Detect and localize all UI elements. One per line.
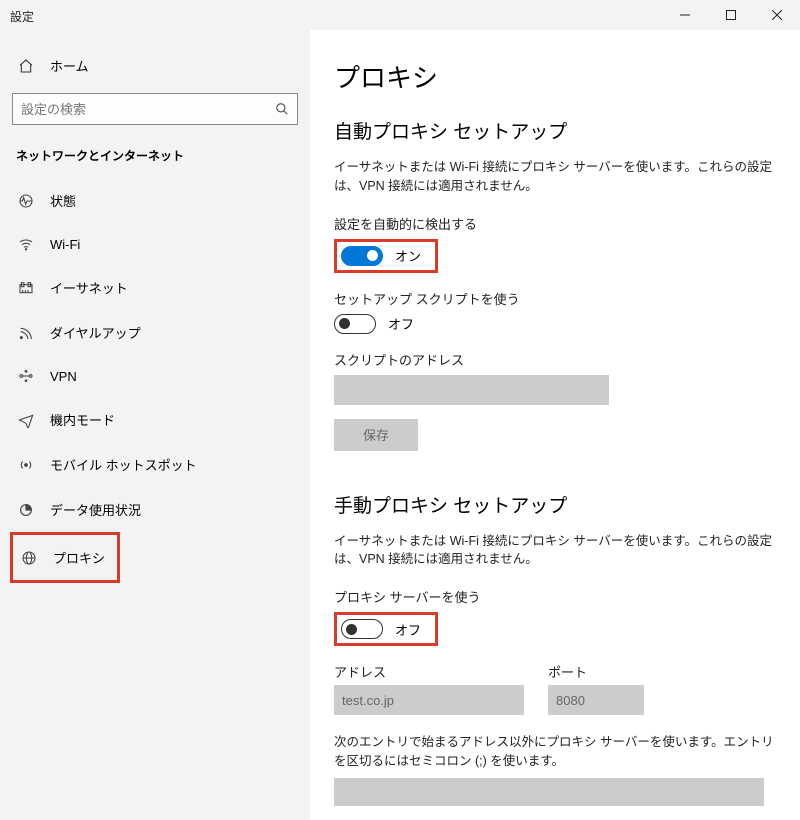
- vpn-icon: [18, 368, 36, 384]
- sidebar-item-proxy[interactable]: プロキシ: [10, 532, 120, 583]
- window-title: 設定: [10, 6, 34, 25]
- maximize-button[interactable]: [708, 0, 754, 30]
- sidebar-item-label: モバイル ホットスポット: [50, 455, 197, 474]
- script-use-label: セットアップ スクリプトを使う: [334, 289, 782, 308]
- sidebar-item-label: ダイヤルアップ: [50, 323, 141, 342]
- category-title: ネットワークとインターネット: [10, 139, 300, 178]
- script-addr-label: スクリプトのアドレス: [334, 350, 782, 369]
- page-title: プロキシ: [334, 58, 782, 95]
- sidebar-item-label: データ使用状況: [50, 500, 141, 519]
- datausage-icon: [18, 502, 36, 518]
- close-button[interactable]: [754, 0, 800, 30]
- port-label: ポート: [548, 662, 644, 681]
- content: プロキシ 自動プロキシ セットアップ イーサネットまたは Wi-Fi 接続にプロ…: [310, 30, 800, 820]
- home-link[interactable]: ホーム: [10, 50, 300, 81]
- manual-section-desc: イーサネットまたは Wi-Fi 接続にプロキシ サーバーを使います。これらの設定…: [334, 532, 782, 570]
- save-button: 保存: [334, 419, 418, 451]
- window-controls: [662, 0, 800, 30]
- port-input: [548, 685, 644, 715]
- wifi-icon: [18, 236, 36, 252]
- sidebar-item-label: Wi-Fi: [50, 237, 80, 252]
- manual-section-title: 手動プロキシ セットアップ: [334, 491, 782, 518]
- manual-use-toggle[interactable]: [341, 619, 383, 639]
- sidebar-item-airplane[interactable]: 機内モード: [10, 397, 300, 442]
- sidebar-item-wifi[interactable]: Wi-Fi: [10, 223, 300, 265]
- sidebar-item-ethernet[interactable]: イーサネット: [10, 265, 300, 310]
- sidebar-item-label: VPN: [50, 369, 77, 384]
- auto-detect-state: オン: [395, 246, 421, 265]
- sidebar-item-dialup[interactable]: ダイヤルアップ: [10, 310, 300, 355]
- auto-detect-highlight: オン: [334, 239, 438, 273]
- manual-use-highlight: オフ: [334, 612, 438, 646]
- window-titlebar: 設定: [0, 0, 800, 30]
- addr-input: [334, 685, 524, 715]
- hotspot-icon: [18, 457, 36, 473]
- auto-section-title: 自動プロキシ セットアップ: [334, 117, 782, 144]
- sidebar-item-hotspot[interactable]: モバイル ホットスポット: [10, 442, 300, 487]
- search-icon: [275, 102, 289, 116]
- auto-detect-label: 設定を自動的に検出する: [334, 214, 782, 233]
- ethernet-icon: [18, 280, 36, 296]
- proxy-icon: [21, 550, 39, 566]
- manual-use-label: プロキシ サーバーを使う: [334, 587, 782, 606]
- search-input[interactable]: [21, 102, 275, 117]
- auto-section-desc: イーサネットまたは Wi-Fi 接続にプロキシ サーバーを使います。これらの設定…: [334, 158, 782, 196]
- sidebar-item-label: 機内モード: [50, 410, 115, 429]
- manual-use-state: オフ: [395, 620, 421, 639]
- dialup-icon: [18, 325, 36, 341]
- script-addr-input: [334, 375, 609, 405]
- search-input-wrapper[interactable]: [12, 93, 298, 125]
- airplane-icon: [18, 412, 36, 428]
- sidebar-item-status[interactable]: 状態: [10, 178, 300, 223]
- addr-label: アドレス: [334, 662, 524, 681]
- exclusion-label: 次のエントリで始まるアドレス以外にプロキシ サーバーを使います。エントリを区切る…: [334, 733, 782, 772]
- script-use-toggle[interactable]: [334, 314, 376, 334]
- script-use-state: オフ: [388, 314, 414, 333]
- home-icon: [18, 58, 36, 74]
- sidebar-item-label: イーサネット: [50, 278, 128, 297]
- home-label: ホーム: [50, 56, 89, 75]
- minimize-button[interactable]: [662, 0, 708, 30]
- sidebar-item-label: 状態: [50, 191, 76, 210]
- sidebar-item-datausage[interactable]: データ使用状況: [10, 487, 300, 532]
- sidebar-item-vpn[interactable]: VPN: [10, 355, 300, 397]
- sidebar: ホーム ネットワークとインターネット 状態 Wi-Fi イーサネット: [0, 30, 310, 820]
- exclusion-input: [334, 778, 764, 806]
- auto-detect-toggle[interactable]: [341, 246, 383, 266]
- sidebar-item-label: プロキシ: [53, 548, 105, 567]
- status-icon: [18, 193, 36, 209]
